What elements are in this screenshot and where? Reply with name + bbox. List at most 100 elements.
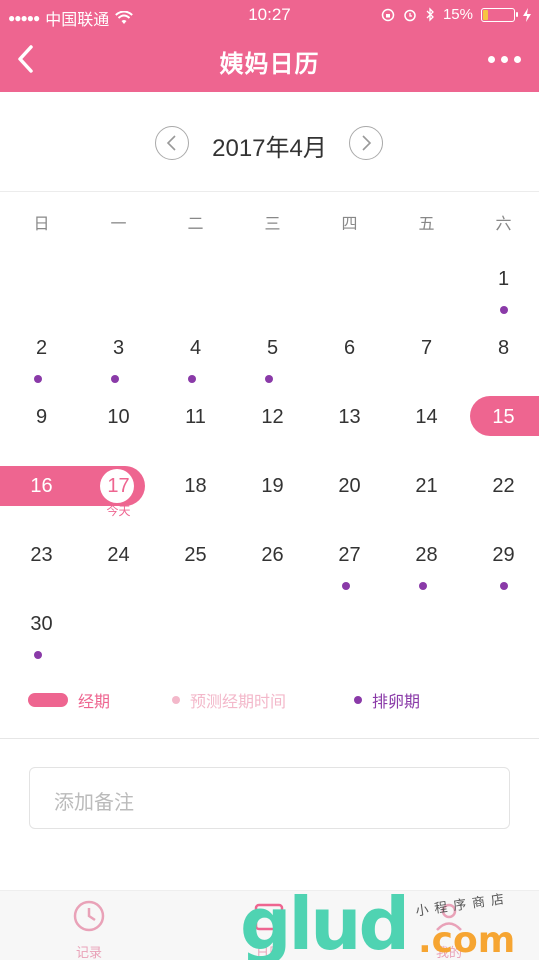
legend-ovulation: 排卵期 bbox=[354, 688, 420, 712]
battery-percent: 15% bbox=[442, 6, 473, 23]
day-number: 19 bbox=[261, 475, 284, 497]
calendar-day[interactable]: 21 bbox=[388, 452, 465, 521]
calendar-day[interactable]: 8 bbox=[465, 314, 539, 383]
day-number: 9 bbox=[35, 406, 48, 428]
day-number: 20 bbox=[338, 475, 361, 497]
today-label: 今天 bbox=[106, 504, 131, 518]
calendar-day[interactable]: 25 bbox=[157, 521, 234, 590]
day-number: 15 bbox=[492, 406, 515, 428]
calendar-day[interactable]: 9 bbox=[3, 383, 80, 452]
rotation-lock-icon bbox=[381, 8, 395, 21]
battery-icon bbox=[481, 7, 518, 22]
more-icon bbox=[488, 56, 495, 63]
calendar-day[interactable]: 14 bbox=[388, 383, 465, 452]
calendar-day[interactable]: 12 bbox=[234, 383, 311, 452]
ovulation-dot bbox=[342, 582, 350, 590]
more-button[interactable] bbox=[488, 56, 521, 63]
day-number: 23 bbox=[30, 544, 53, 566]
tab-record[interactable]: 记录 bbox=[44, 899, 134, 960]
day-number: 2 bbox=[35, 337, 48, 359]
legend-predicted-label: 预测经期时间 bbox=[190, 694, 287, 711]
watermark-brand: glud bbox=[240, 882, 410, 960]
day-number: 8 bbox=[497, 337, 510, 359]
month-label: 2017年4月 bbox=[212, 135, 327, 162]
calendar-day[interactable]: 23 bbox=[3, 521, 80, 590]
calendar-day[interactable]: 29 bbox=[465, 521, 539, 590]
legend-predicted: 预测经期时间 bbox=[172, 688, 286, 712]
watermark: glud 小程序商店 .com bbox=[240, 882, 539, 960]
calendar-day[interactable]: 11 bbox=[157, 383, 234, 452]
calendar-day[interactable]: 20 bbox=[311, 452, 388, 521]
bluetooth-icon bbox=[426, 7, 434, 22]
day-number: 13 bbox=[338, 406, 361, 428]
ovulation-swatch bbox=[354, 696, 362, 704]
calendar-day[interactable]: 28 bbox=[388, 521, 465, 590]
day-number: 7 bbox=[420, 337, 433, 359]
day-number: 24 bbox=[107, 544, 130, 566]
day-number: 1 bbox=[497, 268, 510, 290]
calendar-day[interactable]: 6 bbox=[311, 314, 388, 383]
watermark-tagline: 小程序商店 bbox=[414, 890, 511, 919]
weekday-header: 日一二三四五六 bbox=[0, 210, 539, 246]
legend-period-label: 经期 bbox=[78, 694, 111, 711]
day-number: 3 bbox=[112, 337, 125, 359]
note-input[interactable]: 添加备注 bbox=[29, 767, 510, 829]
calendar-day[interactable]: 19 bbox=[234, 452, 311, 521]
header: ●●●●● 中国联通 10:27 15% 姨妈日历 bbox=[0, 0, 539, 92]
predicted-swatch bbox=[172, 696, 180, 704]
calendar-day[interactable]: 2 bbox=[3, 314, 80, 383]
calendar-day[interactable]: 13 bbox=[311, 383, 388, 452]
legend-ovulation-label: 排卵期 bbox=[372, 694, 421, 711]
day-number: 11 bbox=[185, 406, 206, 428]
calendar-day[interactable]: 30 bbox=[3, 590, 80, 659]
day-number: 26 bbox=[261, 544, 284, 566]
calendar-day[interactable]: 26 bbox=[234, 521, 311, 590]
calendar-day[interactable]: 3 bbox=[80, 314, 157, 383]
day-number: 28 bbox=[415, 544, 438, 566]
charging-icon bbox=[523, 7, 531, 22]
calendar-day[interactable]: 16 bbox=[3, 452, 80, 521]
watermark-suffix: .com bbox=[418, 920, 516, 960]
calendar-day[interactable]: 18 bbox=[157, 452, 234, 521]
day-number: 27 bbox=[338, 544, 361, 566]
day-number: 14 bbox=[415, 406, 438, 428]
alarm-icon bbox=[404, 9, 416, 21]
legend: 经期 预测经期时间 排卵期 bbox=[0, 680, 539, 720]
calendar-day[interactable]: 15 bbox=[465, 383, 539, 452]
calendar-day[interactable]: 1 bbox=[465, 245, 539, 314]
calendar-day[interactable]: 22 bbox=[465, 452, 539, 521]
ovulation-dot bbox=[419, 582, 427, 590]
month-selector: 2017年4月 bbox=[0, 92, 539, 192]
ovulation-dot bbox=[111, 375, 119, 383]
day-number: 10 bbox=[107, 406, 130, 428]
day-number: 21 bbox=[415, 475, 438, 497]
ovulation-dot bbox=[500, 306, 508, 314]
calendar-day[interactable]: 27 bbox=[311, 521, 388, 590]
calendar-day[interactable]: 7 bbox=[388, 314, 465, 383]
legend-period: 经期 bbox=[28, 688, 110, 712]
day-number: 16 bbox=[30, 475, 53, 497]
weekday-label: 五 bbox=[418, 216, 435, 233]
clock-icon bbox=[73, 900, 105, 932]
day-number: 30 bbox=[30, 613, 53, 635]
day-number: 6 bbox=[343, 337, 356, 359]
page-title: 姨妈日历 bbox=[219, 51, 320, 78]
weekday-label: 六 bbox=[495, 216, 512, 233]
period-swatch bbox=[28, 693, 68, 707]
ovulation-dot bbox=[265, 375, 273, 383]
day-number: 22 bbox=[492, 475, 515, 497]
calendar-day[interactable]: 5 bbox=[234, 314, 311, 383]
status-bar: ●●●●● 中国联通 10:27 15% bbox=[0, 0, 539, 30]
calendar-day[interactable]: 24 bbox=[80, 521, 157, 590]
calendar-day[interactable]: 10 bbox=[80, 383, 157, 452]
day-number: 25 bbox=[184, 544, 207, 566]
calendar-day[interactable]: 17 今天 bbox=[80, 452, 157, 521]
next-month-button[interactable] bbox=[349, 126, 383, 160]
weekday-label: 日 bbox=[33, 216, 50, 233]
ovulation-dot bbox=[500, 582, 508, 590]
weekday-label: 四 bbox=[341, 216, 358, 233]
calendar-day[interactable]: 4 bbox=[157, 314, 234, 383]
weekday-label: 二 bbox=[187, 216, 204, 233]
chevron-right-icon bbox=[362, 135, 372, 151]
weekday-label: 一 bbox=[110, 216, 127, 233]
